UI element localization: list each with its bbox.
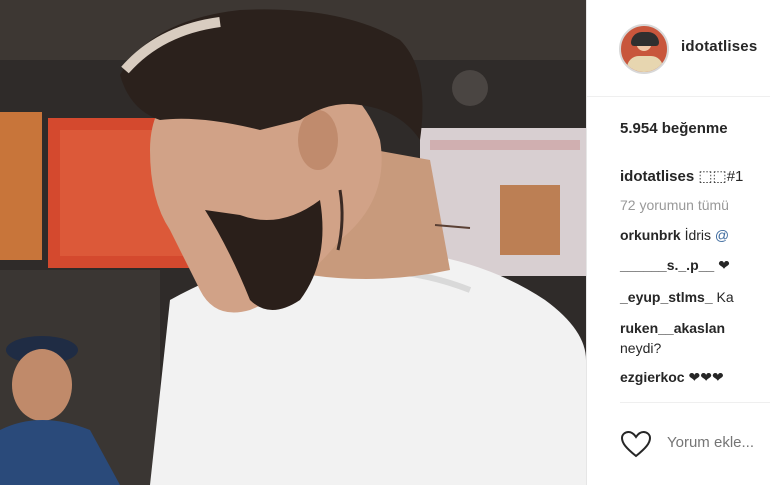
post-caption: idotatlises ⬚⬚#1 (620, 167, 743, 185)
avatar-body (627, 56, 663, 72)
caption-username[interactable]: idotatlises (620, 168, 694, 185)
photo-illustration (0, 0, 586, 485)
comment-continuation: neydi? (620, 338, 661, 358)
man-ear (298, 110, 338, 170)
menu-board-text (430, 140, 580, 150)
comment: ruken__akaslan (620, 318, 725, 338)
likes-count[interactable]: 5.954 beğenme (620, 120, 728, 137)
menu-board-left (0, 112, 42, 260)
comment-text: Ka (712, 289, 734, 305)
worker-face (12, 349, 72, 421)
comment-text: ❤ (714, 257, 730, 273)
ceiling-camera (452, 70, 488, 106)
divider (620, 402, 770, 403)
comment-text-line2: neydi? (620, 340, 662, 356)
comment-username[interactable]: ______s._.p__ (620, 257, 714, 273)
post-header: idotatlises (587, 0, 770, 97)
menu-food (500, 185, 560, 255)
caption-text: ⬚⬚#1 (698, 168, 744, 185)
comment-mention[interactable]: @ (715, 227, 729, 243)
comment-username[interactable]: orkunbrk (620, 227, 681, 243)
comment: ______s._.p__ ❤ (620, 255, 730, 275)
comment: ezgierkoc ❤❤❤ (620, 367, 724, 387)
heart-icon[interactable] (620, 430, 652, 458)
post-sidebar: idotatlises 5.954 beğenme idotatlises ⬚⬚… (586, 0, 770, 485)
post-photo[interactable] (0, 0, 586, 485)
avatar[interactable] (619, 24, 669, 74)
comment: _eyup_stlms_ Ka (620, 287, 734, 307)
comment-username[interactable]: ruken__akaslan (620, 320, 725, 336)
comment: orkunbrk İdris @ (620, 225, 729, 245)
avatar-cap (631, 32, 659, 46)
comment-username[interactable]: _eyup_stlms_ (620, 289, 713, 305)
post-username[interactable]: idotatlises (681, 38, 757, 55)
comment-username[interactable]: ezgierkoc (620, 369, 685, 385)
view-all-comments-link[interactable]: 72 yorumun tümü (620, 197, 729, 213)
comment-text: İdris (684, 227, 715, 243)
comment-text: ❤❤❤ (684, 369, 724, 385)
add-comment-input[interactable] (667, 434, 770, 451)
